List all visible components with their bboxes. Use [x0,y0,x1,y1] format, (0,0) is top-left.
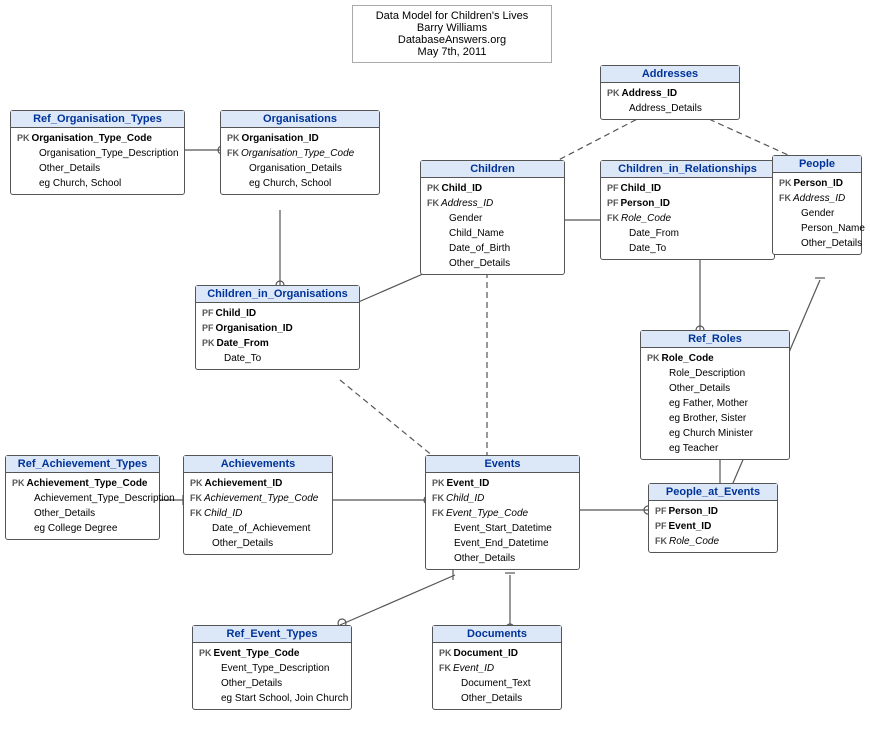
entity-achievements: Achievements PKAchievement_ID FKAchievem… [183,455,333,555]
title-line4: May 7th, 2011 [363,46,541,58]
entity-body-ref-event-types: PKEvent_Type_Code Event_Type_Description… [193,643,351,709]
entity-events: Events PKEvent_ID FKChild_ID FKEvent_Typ… [425,455,580,570]
entity-body-achievements: PKAchievement_ID FKAchievement_Type_Code… [184,473,332,554]
entity-header-children-in-relationships: Children_in_Relationships [601,161,774,178]
entity-ref-event-types: Ref_Event_Types PKEvent_Type_Code Event_… [192,625,352,710]
entity-body-children-in-organisations: PFChild_ID PFOrganisation_ID PKDate_From… [196,303,359,369]
entity-ref-roles: Ref_Roles PKRole_Code Role_Description O… [640,330,790,460]
title-line1: Data Model for Children's Lives [363,10,541,22]
entity-header-children-in-organisations: Children_in_Organisations [196,286,359,303]
entity-header-addresses: Addresses [601,66,739,83]
entity-header-achievements: Achievements [184,456,332,473]
entity-body-documents: PKDocument_ID FKEvent_ID Document_Text O… [433,643,561,709]
entity-header-ref-roles: Ref_Roles [641,331,789,348]
entity-body-people: PKPerson_ID FKAddress_ID Gender Person_N… [773,173,861,254]
entity-body-organisations: PKOrganisation_ID FKOrganisation_Type_Co… [221,128,379,194]
entity-header-documents: Documents [433,626,561,643]
entity-body-addresses: PKAddress_ID Address_Details [601,83,739,119]
entity-body-ref-roles: PKRole_Code Role_Description Other_Detai… [641,348,789,459]
entity-header-events: Events [426,456,579,473]
entity-header-children: Children [421,161,564,178]
entity-body-ref-organisation-types: PKOrganisation_Type_Code Organisation_Ty… [11,128,184,194]
entity-header-ref-organisation-types: Ref_Organisation_Types [11,111,184,128]
title-line3: DatabaseAnswers.org [363,34,541,46]
entity-header-ref-event-types: Ref_Event_Types [193,626,351,643]
entity-body-people-at-events: PFPerson_ID PFEvent_ID FKRole_Code [649,501,777,552]
entity-header-people-at-events: People_at_Events [649,484,777,501]
entity-addresses: Addresses PKAddress_ID Address_Details [600,65,740,120]
title-line2: Barry Williams [363,22,541,34]
entity-documents: Documents PKDocument_ID FKEvent_ID Docum… [432,625,562,710]
entity-organisations: Organisations PKOrganisation_ID FKOrgani… [220,110,380,195]
entity-ref-achievement-types: Ref_Achievement_Types PKAchievement_Type… [5,455,160,540]
canvas: Data Model for Children's Lives Barry Wi… [0,0,871,746]
entity-body-ref-achievement-types: PKAchievement_Type_Code Achievement_Type… [6,473,159,539]
entity-header-ref-achievement-types: Ref_Achievement_Types [6,456,159,473]
title-box: Data Model for Children's Lives Barry Wi… [352,5,552,63]
entity-people-at-events: People_at_Events PFPerson_ID PFEvent_ID … [648,483,778,553]
entity-children-in-organisations: Children_in_Organisations PFChild_ID PFO… [195,285,360,370]
entity-children: Children PKChild_ID FKAddress_ID Gender … [420,160,565,275]
entity-body-children-in-relationships: PFChild_ID PFPerson_ID FKRole_Code Date_… [601,178,774,259]
entity-people: People PKPerson_ID FKAddress_ID Gender P… [772,155,862,255]
entity-body-children: PKChild_ID FKAddress_ID Gender Child_Nam… [421,178,564,274]
entity-ref-organisation-types: Ref_Organisation_Types PKOrganisation_Ty… [10,110,185,195]
entity-header-people: People [773,156,861,173]
entity-header-organisations: Organisations [221,111,379,128]
entity-children-in-relationships: Children_in_Relationships PFChild_ID PFP… [600,160,775,260]
entity-body-events: PKEvent_ID FKChild_ID FKEvent_Type_Code … [426,473,579,569]
